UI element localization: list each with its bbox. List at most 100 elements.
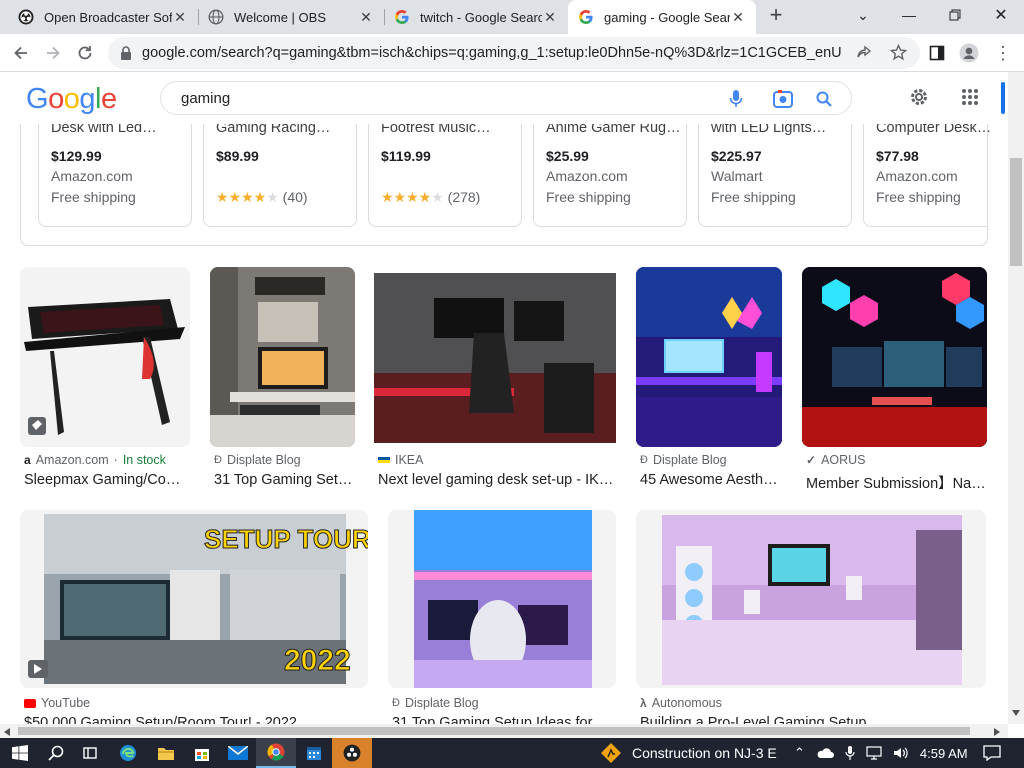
close-icon[interactable]: ✕: [542, 9, 558, 26]
result-thumbnail[interactable]: [636, 510, 986, 688]
search-icon[interactable]: [815, 90, 833, 108]
apps-grid-icon[interactable]: [961, 88, 979, 106]
speaker-icon[interactable]: [893, 746, 909, 760]
shopping-card[interactable]: Anime Gamer Rug… $25.99 Amazon.com Free …: [533, 124, 687, 227]
result-source[interactable]: Ð Displate Blog: [640, 453, 727, 467]
arrow-left-icon[interactable]: [4, 728, 10, 736]
menu-button[interactable]: ⋮: [988, 38, 1018, 68]
share-icon[interactable]: [856, 45, 872, 61]
tab-search-button[interactable]: ⌄: [840, 0, 886, 30]
chevron-up-icon[interactable]: ⌃: [794, 745, 805, 761]
google-g-icon: [395, 10, 409, 24]
result-source[interactable]: Ð Displate Blog: [392, 696, 479, 710]
search-input[interactable]: gaming: [181, 90, 230, 107]
result-caption[interactable]: 45 Awesome Aesth…: [640, 472, 780, 488]
camera-lens-icon[interactable]: [772, 89, 794, 109]
microphone-icon[interactable]: [729, 89, 743, 109]
close-icon[interactable]: ✕: [730, 9, 746, 26]
traffic-notification[interactable]: Construction on NJ-3 E: [600, 738, 777, 768]
result-source[interactable]: ✓ AORUS: [806, 453, 866, 467]
image-result[interactable]: ✓ AORUS Member Submission】Na…: [802, 267, 988, 492]
arrow-right-icon[interactable]: [994, 728, 1000, 736]
shopping-card[interactable]: with LED Lights… $225.97 Walmart Free sh…: [698, 124, 852, 227]
result-thumbnail[interactable]: [802, 267, 987, 447]
image-result[interactable]: a Amazon.com · In stock Sleepmax Gaming/…: [20, 267, 192, 492]
shopping-card[interactable]: Gaming Racing… $89.99 ★★★★★ (40): [203, 124, 357, 227]
tab-welcome-obs[interactable]: Welcome | OBS ✕: [198, 0, 384, 34]
image-result[interactable]: Ð Displate Blog 31 Top Gaming Set…: [210, 267, 356, 492]
close-icon[interactable]: ✕: [172, 9, 188, 26]
side-panel-button[interactable]: [922, 38, 952, 68]
reload-button[interactable]: [70, 38, 100, 68]
restore-button[interactable]: [932, 0, 978, 30]
result-source[interactable]: λ Autonomous: [640, 696, 722, 710]
result-thumbnail[interactable]: [388, 510, 616, 688]
forward-button[interactable]: [38, 38, 68, 68]
arrow-down-icon[interactable]: [1012, 710, 1020, 716]
obs-taskbar-button[interactable]: [332, 738, 372, 768]
start-button[interactable]: [0, 738, 40, 768]
google-logo[interactable]: Google: [26, 83, 117, 116]
store-taskbar-button[interactable]: [182, 738, 222, 768]
result-thumbnail[interactable]: [636, 267, 782, 447]
stock-status: In stock: [122, 453, 166, 467]
image-result[interactable]: λ Autonomous Building a Pro-Level Gaming…: [636, 510, 988, 724]
network-icon[interactable]: [866, 746, 882, 760]
shopping-card[interactable]: Computer Desk… $77.98 Amazon.com Free sh…: [863, 124, 991, 227]
result-thumbnail[interactable]: SETUP TOUR! 2022: [20, 510, 368, 688]
result-caption[interactable]: Building a Pro-Level Gaming Setup…: [640, 715, 980, 724]
clock[interactable]: 4:59 AM: [920, 746, 968, 761]
star-bookmark-icon[interactable]: [890, 44, 907, 61]
scrollbar-thumb[interactable]: [1010, 158, 1022, 266]
sign-in-button-edge[interactable]: [1001, 82, 1005, 114]
task-view-button[interactable]: [70, 738, 110, 768]
tab-gaming-search[interactable]: gaming - Google Search ✕: [568, 0, 756, 34]
search-box[interactable]: gaming: [160, 81, 852, 115]
calendar-taskbar-button[interactable]: [294, 738, 334, 768]
result-caption[interactable]: Member Submission】Na…: [806, 472, 988, 493]
result-thumbnail[interactable]: [20, 267, 190, 447]
mail-taskbar-button[interactable]: [218, 738, 258, 768]
reload-icon: [78, 46, 92, 60]
tab-twitch-search[interactable]: twitch - Google Search ✕: [384, 0, 568, 34]
notifications-button[interactable]: [972, 738, 1012, 768]
result-caption[interactable]: $50,000 Gaming Setup/Room Tour! - 2022: [24, 715, 364, 724]
arrow-left-icon: [14, 46, 27, 60]
back-button[interactable]: [6, 38, 36, 68]
shopping-card[interactable]: Desk with Led… $129.99 Amazon.com Free s…: [38, 124, 192, 227]
chrome-taskbar-button[interactable]: [256, 738, 296, 768]
lock-icon[interactable]: [120, 46, 132, 60]
microphone-icon[interactable]: [845, 745, 855, 761]
result-caption[interactable]: Next level gaming desk set-up - IKE…: [378, 472, 614, 488]
tab-obs[interactable]: Open Broadcaster Software | OBS ✕: [8, 0, 198, 34]
image-result[interactable]: SETUP TOUR! 2022 YouTube $50,000 Gaming …: [20, 510, 370, 724]
image-result[interactable]: IKEA Next level gaming desk set-up - IKE…: [374, 267, 618, 492]
cloud-icon[interactable]: [816, 747, 834, 759]
result-source[interactable]: YouTube: [24, 696, 90, 710]
result-caption[interactable]: 31 Top Gaming Setup Ideas for 2…: [392, 715, 616, 724]
horizontal-scrollbar[interactable]: [0, 724, 1008, 738]
result-source[interactable]: IKEA: [378, 453, 424, 467]
image-result[interactable]: Ð Displate Blog 31 Top Gaming Setup Idea…: [388, 510, 618, 724]
minimize-button[interactable]: —: [886, 0, 932, 30]
profile-button[interactable]: [954, 38, 984, 68]
file-explorer-button[interactable]: [146, 738, 186, 768]
close-window-button[interactable]: ✕: [978, 0, 1024, 30]
result-caption[interactable]: Sleepmax Gaming/Com…: [24, 472, 190, 488]
scrollbar-thumb[interactable]: [18, 727, 970, 735]
address-bar[interactable]: google.com/search?q=gaming&tbm=isch&chip…: [108, 37, 920, 69]
result-source[interactable]: a Amazon.com · In stock: [24, 453, 166, 467]
result-source[interactable]: Ð Displate Blog: [214, 453, 301, 467]
gear-icon[interactable]: [908, 86, 930, 108]
source-name: Displate Blog: [652, 453, 727, 467]
vertical-scrollbar[interactable]: [1008, 72, 1024, 724]
edge-taskbar-button[interactable]: [108, 738, 148, 768]
close-icon[interactable]: ✕: [358, 9, 374, 26]
shopping-card[interactable]: Footrest Music… $119.99 ★★★★★ (278): [368, 124, 522, 227]
result-thumbnail[interactable]: [374, 273, 616, 443]
image-result[interactable]: Ð Displate Blog 45 Awesome Aesth…: [636, 267, 784, 492]
result-thumbnail[interactable]: [210, 267, 355, 447]
minimize-icon: —: [902, 7, 916, 23]
result-caption[interactable]: 31 Top Gaming Set…: [214, 472, 354, 488]
new-tab-button[interactable]: +: [756, 0, 796, 30]
